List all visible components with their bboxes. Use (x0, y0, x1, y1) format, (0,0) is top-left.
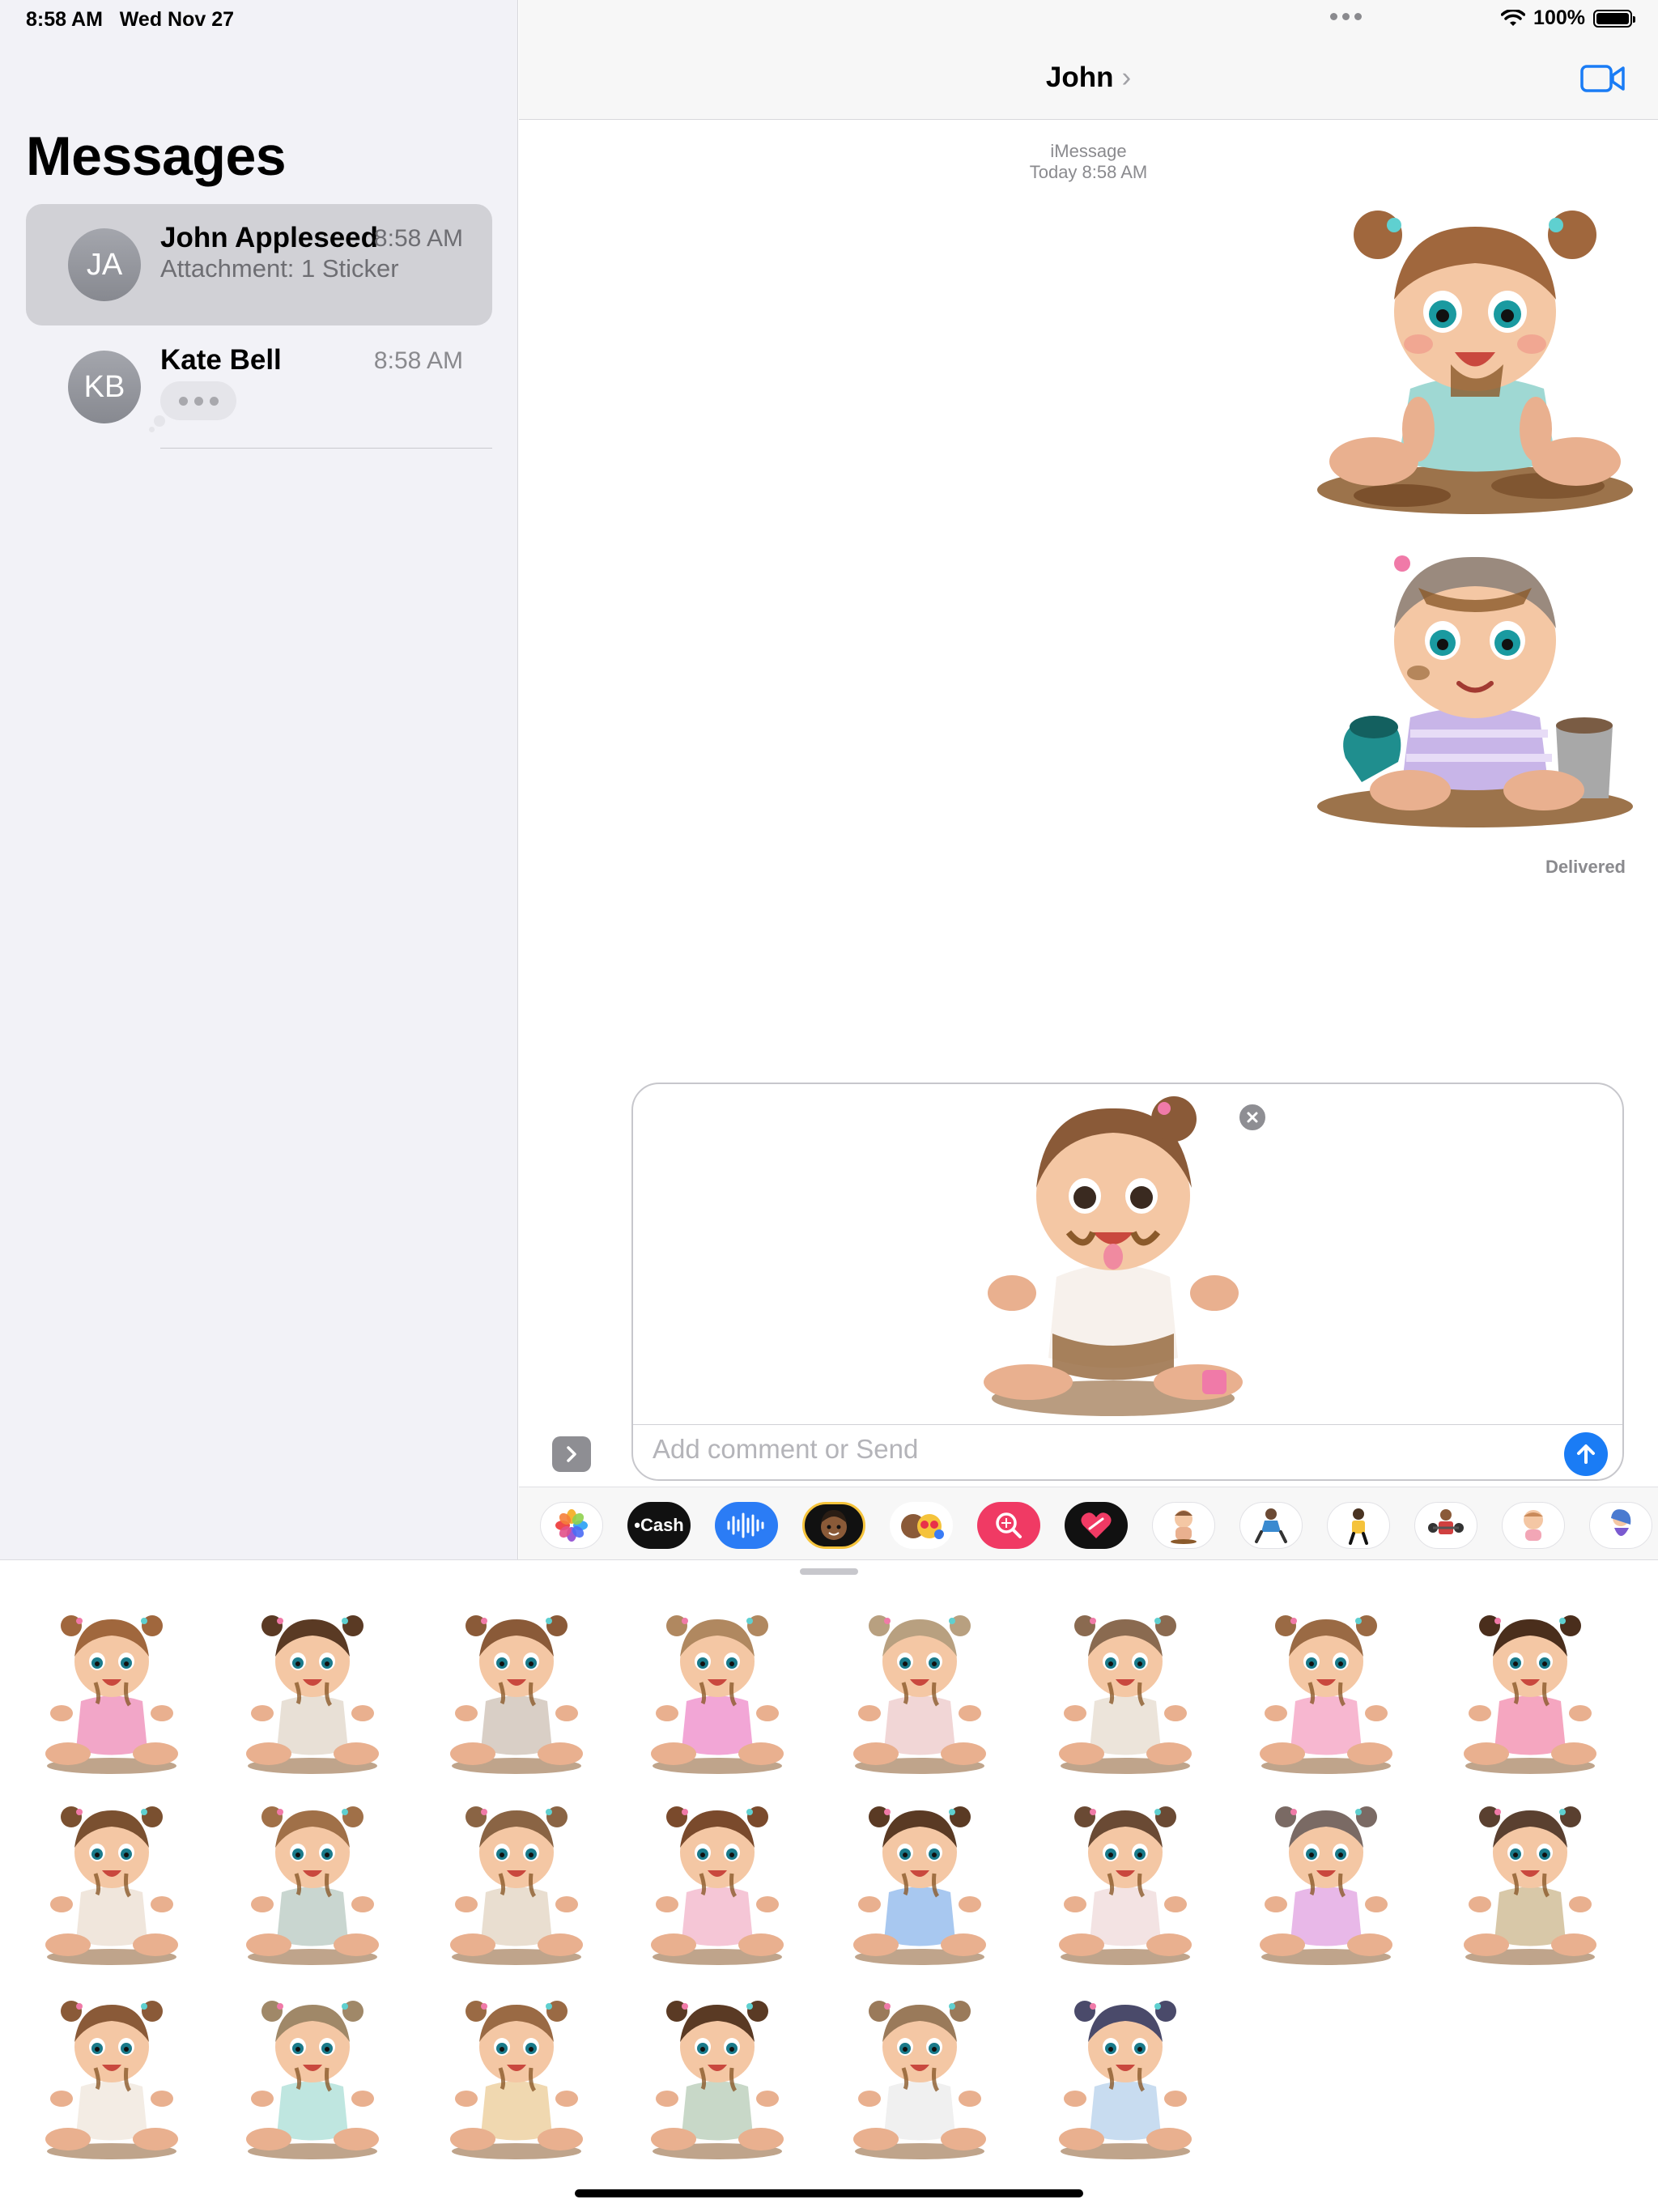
conversation-john-appleseed[interactable]: JA John Appleseed 8:58 AM Attachment: 1 … (26, 204, 492, 325)
sticker-message-2[interactable] (1313, 539, 1639, 832)
sticker-thumbnail[interactable] (1052, 1799, 1198, 1969)
remove-attachment-button[interactable] (1237, 1102, 1268, 1133)
close-icon (1247, 1112, 1258, 1123)
memoji-stickers-app-icon[interactable] (890, 1502, 953, 1549)
sticker-thumbnail[interactable] (644, 1608, 790, 1778)
sticker-pack-app-icon[interactable] (1239, 1502, 1303, 1549)
conversation-time: 8:58 AM (373, 225, 463, 252)
sticker-pack-app-icon[interactable] (1414, 1502, 1477, 1549)
status-time: 8:58 AM Wed Nov 27 (26, 8, 235, 31)
chevron-right-icon: › (1121, 62, 1132, 93)
conversation-name: John Appleseed (160, 222, 379, 253)
image-search-app-icon[interactable] (977, 1502, 1040, 1549)
conversation-name: Kate Bell (160, 344, 282, 376)
status-bar: 8:58 AM Wed Nov 27 100% (0, 0, 1658, 36)
digital-touch-app-icon[interactable] (1065, 1502, 1128, 1549)
sticker-thumbnail[interactable] (1052, 1608, 1198, 1778)
sidebar: Messages JA John Appleseed 8:58 AM Attac… (0, 0, 518, 1559)
expand-apps-button[interactable] (552, 1436, 591, 1472)
apple-cash-app-icon[interactable]: •Cash (627, 1502, 691, 1549)
sticker-thumbnail[interactable] (1253, 1799, 1399, 1969)
chevron-right-icon (567, 1446, 576, 1462)
sticker-thumbnail[interactable] (240, 1608, 385, 1778)
memoji-app-icon[interactable] (802, 1502, 865, 1549)
chat-title[interactable]: John › (519, 62, 1658, 94)
compose-box[interactable]: Add comment or Send (631, 1083, 1624, 1481)
typing-indicator-icon (160, 381, 236, 420)
arrow-up-icon (1577, 1444, 1595, 1464)
sticker-pack-app-icon[interactable] (1502, 1502, 1565, 1549)
avatar: JA (68, 228, 141, 301)
sticker-thumbnail[interactable] (847, 1799, 993, 1969)
wifi-icon (1501, 9, 1526, 26)
sidebar-title: Messages (26, 125, 287, 187)
sticker-thumbnail[interactable] (1052, 1993, 1198, 2163)
home-indicator (575, 2189, 1083, 2197)
attached-sticker (984, 1096, 1243, 1416)
sticker-thumbnail[interactable] (39, 1608, 185, 1778)
sticker-thumbnail[interactable] (644, 1993, 790, 2163)
sticker-thumbnail[interactable] (444, 1608, 589, 1778)
message-timestamp: Today 8:58 AM (1029, 162, 1148, 182)
facetime-video-icon[interactable] (1580, 63, 1626, 94)
battery-percent: 100% (1533, 6, 1585, 29)
sticker-thumbnail[interactable] (644, 1799, 790, 1969)
sticker-pack-app-icon[interactable] (1152, 1502, 1215, 1549)
photos-app-icon[interactable] (540, 1502, 603, 1549)
drawer-grabber[interactable] (800, 1568, 858, 1575)
avatar: KB (68, 351, 141, 423)
audio-message-app-icon[interactable] (715, 1502, 778, 1549)
sticker-thumbnail[interactable] (1457, 1799, 1603, 1969)
conversation-time: 8:58 AM (373, 347, 463, 374)
imessage-app-strip: •Cash (519, 1487, 1658, 1559)
battery-icon (1593, 9, 1635, 28)
sticker-message-1[interactable] (1313, 202, 1639, 523)
sticker-thumbnail[interactable] (444, 1799, 589, 1969)
message-input[interactable]: Add comment or Send (653, 1434, 918, 1465)
sticker-thumbnail[interactable] (1253, 1608, 1399, 1778)
sticker-thumbnail[interactable] (240, 1993, 385, 2163)
sticker-thumbnail[interactable] (444, 1993, 589, 2163)
sticker-thumbnail[interactable] (240, 1799, 385, 1969)
sticker-thumbnail[interactable] (39, 1799, 185, 1969)
conversation-kate-bell[interactable]: KB Kate Bell 8:58 AM (26, 326, 492, 448)
delivery-status: Delivered (1545, 857, 1626, 877)
sticker-thumbnail[interactable] (1457, 1608, 1603, 1778)
sticker-pack-app-icon[interactable] (1589, 1502, 1652, 1549)
send-button[interactable] (1564, 1432, 1608, 1476)
conversation-preview: Attachment: 1 Sticker (160, 254, 399, 283)
row-divider (160, 448, 492, 449)
sticker-thumbnail[interactable] (847, 1993, 993, 2163)
sticker-thumbnail[interactable] (39, 1993, 185, 2163)
status-right: 100% (1501, 6, 1635, 30)
sticker-pack-app-icon[interactable] (1327, 1502, 1390, 1549)
service-label: iMessage (1050, 141, 1127, 161)
sticker-thumbnail[interactable] (847, 1608, 993, 1778)
